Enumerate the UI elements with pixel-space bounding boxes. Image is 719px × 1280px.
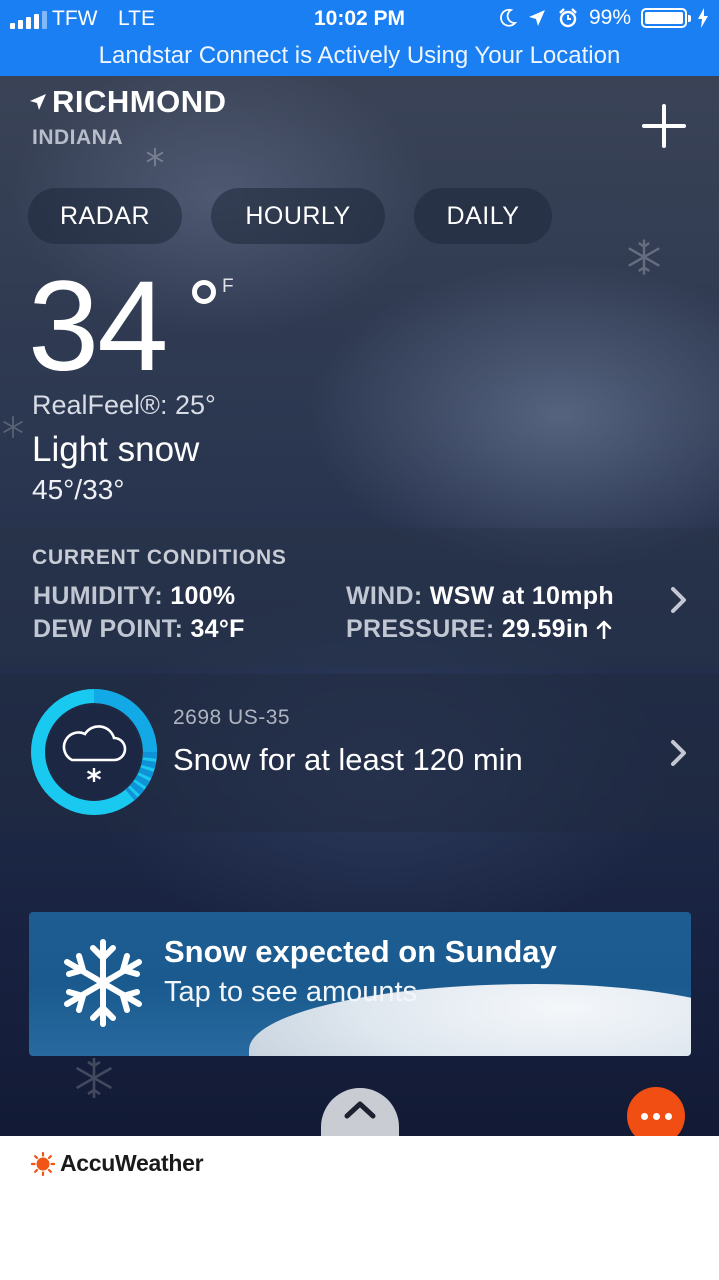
alarm-icon [559,8,577,28]
battery-icon [641,8,691,28]
dew-point-label: DEW POINT: [33,615,184,643]
minutecast-summary: Snow for at least 120 min [173,742,523,777]
expand-panel-button[interactable] [321,1088,399,1136]
sun-logo-icon [31,1151,55,1176]
pressure-value: 29.59in [501,615,589,643]
dot-icon [664,1112,672,1120]
snowflake-decoration-icon [146,147,164,167]
snow-forecast-banner[interactable]: Snow expected on Sunday Tap to see amoun… [29,912,691,1056]
accuweather-logo: AccuWeather [31,1150,204,1177]
current-conditions-title: CURRENT CONDITIONS [32,546,287,569]
tab-radar[interactable]: RADAR [28,188,182,244]
wind: WIND: WSW at 10mph [346,582,614,611]
dew-point: DEW POINT: 34°F [33,615,245,644]
weather-phrase: Light snow [32,430,200,469]
add-location-button[interactable] [640,102,688,150]
chevron-right-icon[interactable] [668,585,690,615]
wind-value: WSW at 10mph [429,582,614,610]
state-name: INDIANA [32,126,123,149]
minutecast-ring-icon [31,689,158,815]
dot-icon [640,1112,648,1120]
pressure: PRESSURE: 29.59in [346,615,612,644]
promo-title: Snow expected on Sunday [164,934,557,969]
humidity: HUMIDITY: 100% [33,582,235,611]
charging-bolt-icon [698,8,708,28]
chevron-up-icon [344,1101,376,1119]
dot-icon [652,1112,660,1120]
tab-daily[interactable]: DAILY [414,188,552,244]
snowflake-decoration-icon [628,239,660,275]
footer: AccuWeather [0,1136,719,1280]
location-arrow-icon [30,94,46,110]
snowflake-decoration-icon [75,1058,113,1098]
brand-name: AccuWeather [60,1150,204,1176]
realfeel-temperature: RealFeel®: 25° [32,390,216,420]
status-bar: TFW LTE 10:02 PM 99% Landstar Connect is… [0,0,719,76]
location-in-use-banner[interactable]: Landstar Connect is Actively Using Your … [0,38,719,76]
location-arrow-icon [528,10,545,26]
minutecast-address: 2698 US-35 [173,706,291,729]
high-low-temperature: 45°/33° [32,474,125,505]
pressure-rising-arrow-icon [596,620,612,640]
status-right: 99% [499,6,709,30]
snowflake-decoration-icon [3,416,23,438]
promo-subtitle: Tap to see amounts [164,976,418,1008]
status-row: TFW LTE 10:02 PM 99% [0,0,719,38]
city-name: RICHMOND [52,84,227,119]
current-temperature: 34 [28,255,168,398]
dew-point-value: 34°F [190,615,245,643]
chevron-right-icon[interactable] [668,738,690,768]
snowflake-icon [64,939,142,1027]
more-options-button[interactable] [627,1087,685,1136]
battery-percent: 99% [588,6,631,29]
pressure-label: PRESSURE: [346,615,495,643]
weather-main: RICHMOND INDIANA RADAR HOURLY DAILY 34 F… [0,76,719,1136]
temperature-unit: F [222,276,234,297]
moon-icon [500,8,517,27]
humidity-value: 100% [170,582,236,610]
tab-hourly[interactable]: HOURLY [211,188,385,244]
wind-label: WIND: [346,582,423,610]
minutecast-panel[interactable]: 2698 US-35 Snow for at least 120 min [0,674,719,832]
location-selector[interactable]: RICHMOND [28,84,227,120]
humidity-label: HUMIDITY: [33,582,163,610]
degree-symbol [192,280,216,304]
current-conditions-panel[interactable]: CURRENT CONDITIONS HUMIDITY: 100% DEW PO… [0,528,719,666]
